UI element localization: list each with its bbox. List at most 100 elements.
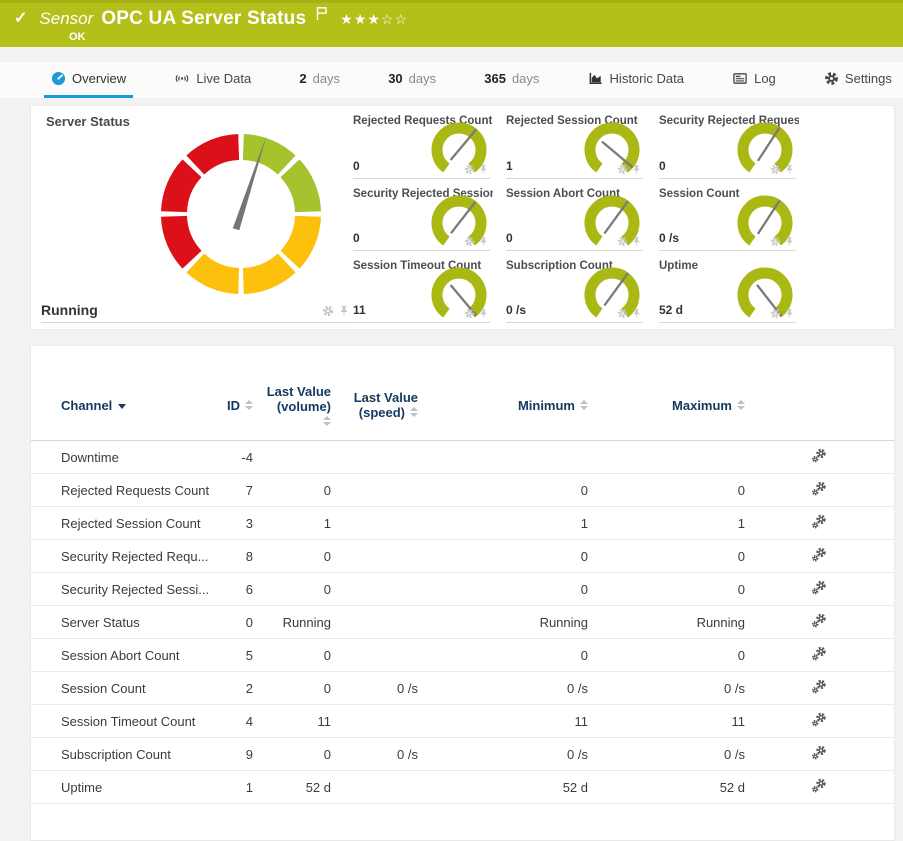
channel-name[interactable]: Rejected Requests Count: [61, 483, 213, 498]
channel-name[interactable]: Session Count: [61, 681, 213, 696]
channel-id: 1: [213, 780, 253, 795]
gear-icon[interactable]: [464, 164, 475, 175]
gear-icon[interactable]: [770, 308, 781, 319]
pin-icon[interactable]: [785, 308, 794, 319]
tab-label: Log: [754, 71, 776, 86]
pin-icon[interactable]: [479, 164, 488, 175]
pin-icon[interactable]: [632, 236, 641, 247]
channel-id: 4: [213, 714, 253, 729]
mini-gauge-actions: [617, 236, 641, 247]
gear-icon[interactable]: [770, 164, 781, 175]
flag-icon[interactable]: [316, 6, 328, 26]
channel-last-speed: 0 /s: [331, 681, 418, 696]
channel-last-volume: 1: [253, 516, 331, 531]
pin-icon[interactable]: [632, 164, 641, 175]
channel-name[interactable]: Downtime: [61, 450, 213, 465]
mini-gauge-value: 1: [506, 159, 513, 173]
channel-name[interactable]: Security Rejected Requ...: [61, 549, 213, 564]
column-maximum[interactable]: Maximum: [588, 398, 745, 413]
channel-name[interactable]: Rejected Session Count: [61, 516, 213, 531]
channel-name[interactable]: Security Rejected Sessi...: [61, 582, 213, 597]
channel-name[interactable]: Subscription Count: [61, 747, 213, 762]
channel-settings-icon: [811, 514, 827, 530]
table-row: Server Status 0 Running Running Running: [31, 606, 894, 639]
pin-icon[interactable]: [479, 236, 488, 247]
column-id[interactable]: ID: [213, 398, 253, 413]
channel-id: 2: [213, 681, 253, 696]
channel-edit-button[interactable]: [745, 712, 893, 731]
channel-edit-button[interactable]: [745, 679, 893, 698]
channel-edit-button[interactable]: [745, 481, 893, 500]
sort-icon: [410, 407, 418, 420]
column-last-value-speed[interactable]: Last Value(speed): [331, 390, 418, 420]
status-badge: OK: [69, 31, 903, 43]
log-icon: [732, 71, 748, 86]
channel-name[interactable]: Server Status: [61, 615, 213, 630]
channel-last-volume: 52 d: [253, 780, 331, 795]
tab-30-days[interactable]: 30days: [381, 62, 443, 98]
channel-edit-button[interactable]: [745, 646, 893, 665]
tab-live-data[interactable]: Live Data: [167, 62, 258, 98]
tab-label: days: [313, 71, 340, 86]
channel-last-volume: Running: [253, 615, 331, 630]
channel-edit-button[interactable]: [745, 580, 893, 599]
tab-overview[interactable]: Overview: [44, 62, 133, 98]
gear-icon[interactable]: [617, 236, 628, 247]
channel-name[interactable]: Uptime: [61, 780, 213, 795]
mini-gauge-actions: [770, 236, 794, 247]
main-gauge-footer: Running: [41, 106, 353, 323]
priority-stars[interactable]: ★★★☆☆: [340, 11, 408, 28]
pin-icon[interactable]: [339, 305, 349, 317]
gear-icon[interactable]: [617, 164, 628, 175]
channel-id: 7: [213, 483, 253, 498]
channel-id: 8: [213, 549, 253, 564]
tab-historic-data[interactable]: Historic Data: [581, 62, 691, 98]
channel-edit-button[interactable]: [745, 448, 893, 467]
channel-id: 0: [213, 615, 253, 630]
mini-gauge-cell: Security Rejected Requests C... 0: [659, 106, 796, 179]
tab-label: Overview: [72, 71, 126, 86]
column-last-value-volume[interactable]: Last Value(volume): [253, 384, 331, 426]
live-icon: [174, 71, 190, 86]
table-row: Session Count 2 0 0 /s 0 /s 0 /s: [31, 672, 894, 705]
tab-2-days[interactable]: 2days: [292, 62, 347, 98]
gear-icon[interactable]: [617, 308, 628, 319]
pin-icon[interactable]: [785, 236, 794, 247]
channel-settings-icon: [811, 580, 827, 596]
sort-icon: [737, 400, 745, 410]
gear-icon[interactable]: [770, 236, 781, 247]
gear-icon[interactable]: [464, 308, 475, 319]
channel-settings-icon: [811, 778, 827, 794]
channel-max: 0 /s: [588, 747, 745, 762]
pin-icon[interactable]: [632, 308, 641, 319]
channel-edit-button[interactable]: [745, 547, 893, 566]
channel-edit-button[interactable]: [745, 613, 893, 632]
channel-last-volume: 0: [253, 747, 331, 762]
tab-label: Live Data: [196, 71, 251, 86]
pin-icon[interactable]: [785, 164, 794, 175]
gear-icon[interactable]: [464, 236, 475, 247]
channel-name[interactable]: Session Abort Count: [61, 648, 213, 663]
channel-min: 52 d: [418, 780, 588, 795]
channel-id: 9: [213, 747, 253, 762]
mini-gauge-actions: [617, 308, 641, 319]
column-minimum[interactable]: Minimum: [418, 398, 588, 413]
mini-gauge-grid: Rejected Requests Count 0 Rejected Sessi…: [353, 106, 818, 323]
main-gauge-actions: [322, 305, 349, 317]
column-channel[interactable]: Channel: [61, 398, 213, 413]
tab-settings[interactable]: Settings: [817, 62, 899, 98]
mini-gauge-cell: Uptime 52 d: [659, 251, 796, 323]
pin-icon[interactable]: [479, 308, 488, 319]
gauge-icon: [51, 71, 66, 86]
tab-log[interactable]: Log: [725, 62, 783, 98]
gear-icon[interactable]: [322, 305, 334, 317]
channel-id: 6: [213, 582, 253, 597]
channel-name[interactable]: Session Timeout Count: [61, 714, 213, 729]
channel-edit-button[interactable]: [745, 514, 893, 533]
channel-edit-button[interactable]: [745, 778, 893, 797]
tab-365-days[interactable]: 365days: [477, 62, 546, 98]
table-row: Subscription Count 9 0 0 /s 0 /s 0 /s: [31, 738, 894, 771]
channel-edit-button[interactable]: [745, 745, 893, 764]
sort-icon: [245, 400, 253, 410]
mini-gauge-cell: Session Abort Count 0: [506, 179, 643, 252]
